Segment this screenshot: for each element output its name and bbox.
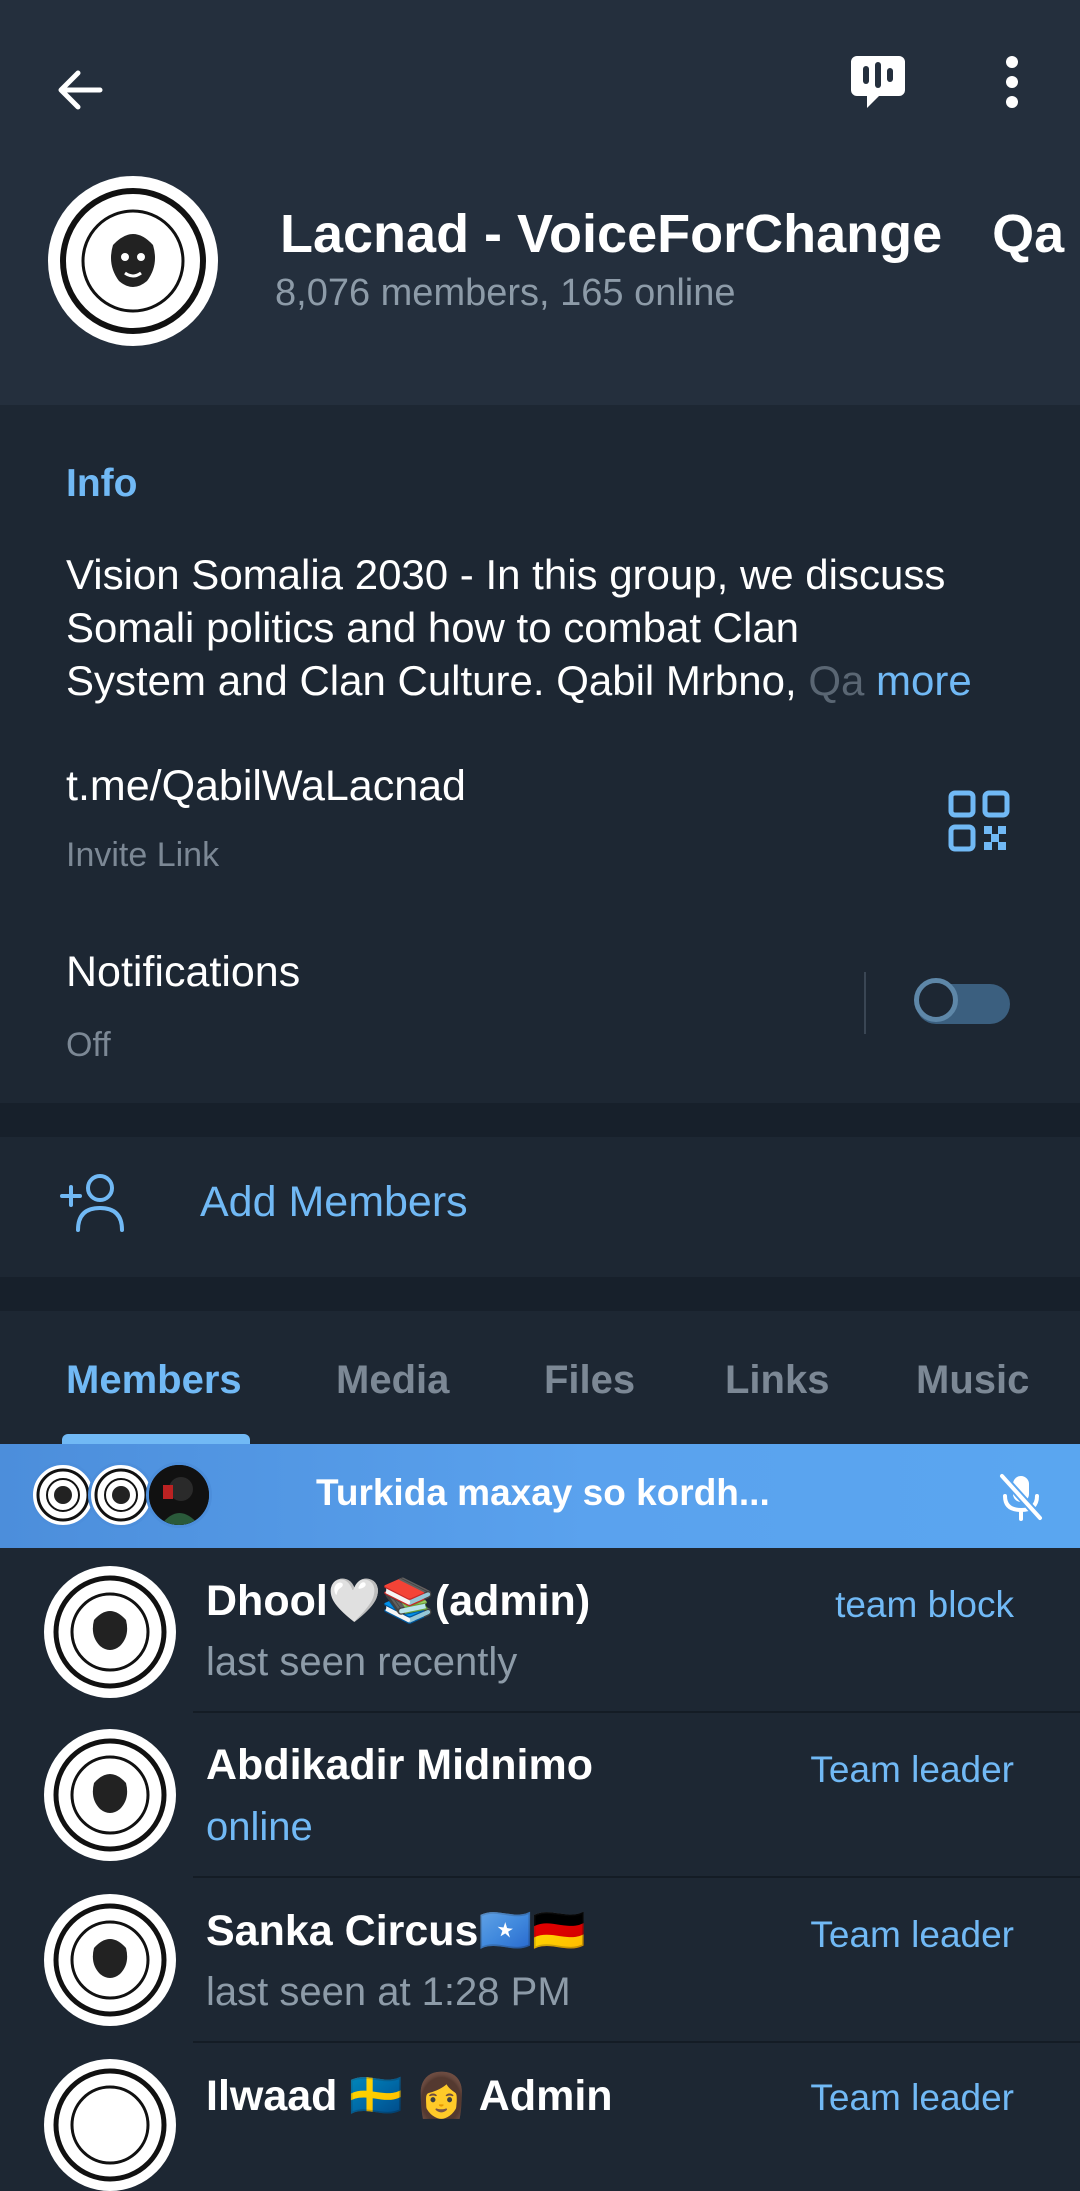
member-name: Abdikadir Midnimo bbox=[206, 1741, 593, 1789]
member-avatar bbox=[44, 1566, 176, 1698]
voice-chat-title: Turkida maxay so kordh... bbox=[316, 1472, 770, 1513]
member-status: online bbox=[206, 1805, 313, 1849]
group-avatar[interactable] bbox=[48, 176, 218, 346]
group-logo-icon bbox=[53, 1575, 167, 1689]
active-tab-indicator bbox=[62, 1434, 250, 1444]
group-title: Lacnad - VoiceForChange Qa bbox=[280, 200, 1080, 268]
description-line: System and Clan Culture. Qabil Mrbno, Qa… bbox=[66, 654, 1026, 707]
description-line: Vision Somalia 2030 - In this group, we … bbox=[66, 551, 946, 598]
group-logo-icon bbox=[60, 188, 206, 334]
group-title-text: Lacnad - VoiceForChange bbox=[280, 204, 943, 264]
notifications-toggle[interactable] bbox=[914, 978, 1010, 1024]
add-members-row[interactable] bbox=[0, 1137, 1080, 1277]
description-line: Somali politics and how to combat Clan bbox=[66, 604, 800, 651]
mute-mic-button[interactable] bbox=[994, 1470, 1048, 1524]
info-heading: Info bbox=[66, 462, 138, 505]
invite-link[interactable]: t.me/QabilWaLacnad bbox=[66, 762, 466, 811]
description-text: System and Clan Culture. Qabil Mrbno, bbox=[66, 657, 809, 704]
description-faded-text: Qa bbox=[808, 657, 865, 704]
member-name: Dhool🤍📚(admin) bbox=[206, 1577, 591, 1625]
section-divider bbox=[0, 1277, 1080, 1311]
tab-members[interactable]: Members bbox=[66, 1358, 242, 1403]
voice-chat-button[interactable] bbox=[838, 42, 918, 122]
notifications-divider bbox=[864, 972, 866, 1034]
voice-participant-avatar bbox=[88, 1462, 154, 1528]
group-logo-icon bbox=[53, 2068, 167, 2182]
back-button[interactable] bbox=[40, 50, 120, 130]
member-avatar bbox=[44, 1894, 176, 2026]
member-avatar bbox=[44, 1729, 176, 1861]
group-logo-icon bbox=[53, 1903, 167, 2017]
more-link[interactable]: more bbox=[876, 657, 972, 704]
tab-media[interactable]: Media bbox=[336, 1358, 449, 1403]
more-vertical-icon bbox=[1006, 56, 1018, 108]
add-member-icon-wrap bbox=[58, 1172, 130, 1234]
member-name: Ilwaad 🇸🇪 👩 Admin bbox=[206, 2072, 613, 2120]
member-role: Team leader bbox=[810, 2077, 1014, 2118]
add-members-label[interactable]: Add Members bbox=[200, 1178, 468, 1227]
qr-code-icon bbox=[948, 790, 1010, 852]
invite-link-label: Invite Link bbox=[66, 836, 220, 874]
member-count: 8,076 members, 165 online bbox=[275, 272, 736, 314]
notifications-status: Off bbox=[66, 1026, 111, 1064]
group-title-overflow: Qa bbox=[992, 204, 1065, 264]
voice-chat-icon bbox=[851, 56, 905, 108]
voice-participant-avatar bbox=[146, 1462, 212, 1528]
group-logo-icon bbox=[53, 1738, 167, 1852]
user-photo-icon bbox=[149, 1465, 209, 1525]
member-role: Team leader bbox=[810, 1914, 1014, 1955]
tab-links[interactable]: Links bbox=[725, 1358, 829, 1403]
member-avatar bbox=[44, 2059, 176, 2191]
tab-files[interactable]: Files bbox=[544, 1358, 635, 1403]
add-person-icon bbox=[60, 1174, 124, 1232]
member-role: team block bbox=[835, 1584, 1014, 1625]
notifications-label: Notifications bbox=[66, 948, 301, 996]
qr-code-button[interactable] bbox=[948, 790, 1010, 852]
group-logo-icon bbox=[94, 1468, 148, 1522]
section-divider bbox=[0, 1103, 1080, 1137]
toggle-knob bbox=[914, 978, 958, 1022]
mic-off-icon bbox=[998, 1472, 1044, 1522]
more-options-button[interactable] bbox=[972, 42, 1052, 122]
member-name: Sanka Circus🇸🇴🇩🇪 bbox=[206, 1907, 586, 1955]
member-status: last seen at 1:28 PM bbox=[206, 1970, 571, 2014]
member-status: last seen recently bbox=[206, 1640, 518, 1684]
group-logo-icon bbox=[36, 1468, 90, 1522]
voice-participant-avatar bbox=[30, 1462, 96, 1528]
group-description[interactable]: Vision Somalia 2030 - In this group, we … bbox=[66, 548, 1026, 707]
tab-music[interactable]: Music bbox=[916, 1358, 1029, 1403]
back-arrow-icon bbox=[58, 70, 103, 110]
member-role: Team leader bbox=[810, 1749, 1014, 1790]
